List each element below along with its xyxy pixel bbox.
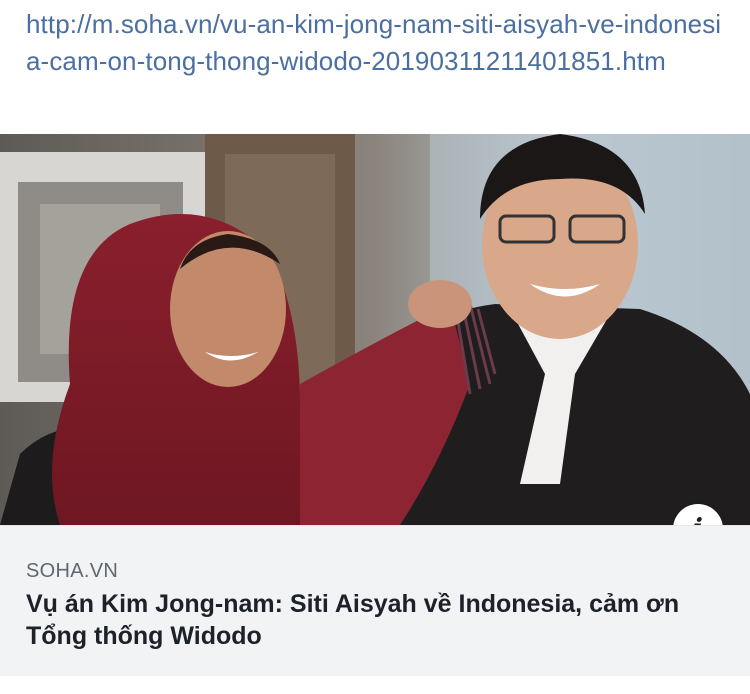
link-preview-caption[interactable]: SOHA.VN Vụ án Kim Jong-nam: Siti Aisyah …: [0, 525, 750, 676]
article-headline[interactable]: Vụ án Kim Jong-nam: Siti Aisyah về Indon…: [26, 588, 726, 652]
article-url-link[interactable]: http://m.soha.vn/vu-an-kim-jong-nam-siti…: [26, 6, 726, 79]
bottom-spacer: [0, 676, 750, 694]
article-preview-image[interactable]: [0, 134, 750, 525]
source-domain-label: SOHA.VN: [26, 560, 119, 582]
